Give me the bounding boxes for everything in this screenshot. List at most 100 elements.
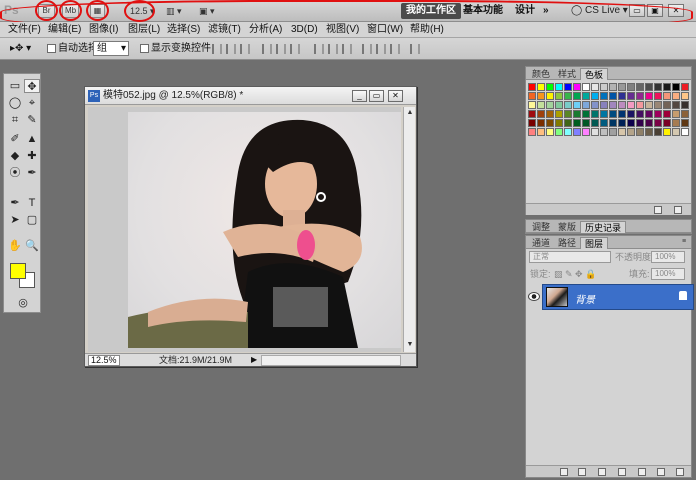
swatch[interactable] [600, 119, 608, 127]
tab-layers[interactable]: 图层 [580, 237, 609, 249]
swatch[interactable] [564, 83, 572, 91]
fx-icon[interactable] [578, 468, 586, 476]
brush-tool-icon[interactable]: ▲ [24, 132, 40, 146]
swatch[interactable] [663, 110, 671, 118]
menu-select[interactable]: 选择(S) [167, 23, 200, 37]
swatch[interactable] [546, 101, 554, 109]
swatch[interactable] [627, 92, 635, 100]
swatch[interactable] [618, 110, 626, 118]
auto-align-icon[interactable] [410, 44, 420, 54]
document-close-button[interactable]: ✕ [388, 90, 403, 102]
menu-file[interactable]: 文件(F) [8, 23, 41, 37]
swatch[interactable] [537, 92, 545, 100]
distribute-top-icon[interactable] [314, 44, 324, 54]
swatch[interactable] [582, 119, 590, 127]
swatch[interactable] [573, 101, 581, 109]
swatch[interactable] [609, 110, 617, 118]
swatch[interactable] [627, 128, 635, 136]
swatch[interactable] [600, 83, 608, 91]
auto-select-checkbox[interactable] [47, 44, 56, 53]
tab-color[interactable]: 颜色 [528, 68, 554, 80]
swatch[interactable] [672, 92, 680, 100]
swatch[interactable] [573, 128, 581, 136]
swatch[interactable] [681, 110, 689, 118]
shape-tool-icon[interactable]: ▢ [24, 213, 40, 227]
lock-icons[interactable]: ▨ ✎ ✥ 🔒 [554, 268, 596, 280]
opacity-field[interactable]: 100% [651, 251, 685, 263]
move-tool-preset-picker[interactable]: ▸✥ ▾ [10, 42, 31, 56]
swatch[interactable] [582, 128, 590, 136]
swatch[interactable] [672, 119, 680, 127]
trash-icon[interactable] [676, 468, 684, 476]
align-top-icon[interactable] [212, 44, 222, 54]
swatch[interactable] [582, 101, 590, 109]
auto-select-target-dropdown[interactable]: 组 ▾ [93, 41, 129, 56]
swatch[interactable] [537, 83, 545, 91]
tab-swatches[interactable]: 色板 [580, 68, 609, 80]
document-size-status[interactable]: 文档:21.9M/21.9M [159, 355, 232, 366]
swatch[interactable] [564, 92, 572, 100]
swatch[interactable] [573, 92, 581, 100]
swatch[interactable] [573, 110, 581, 118]
new-swatch-icon[interactable] [654, 206, 662, 214]
panel-menu-icon[interactable]: ≡ [679, 237, 689, 247]
paint-bucket-tool-icon[interactable]: ✒ [24, 166, 40, 180]
clone-stamp-tool-icon[interactable]: ◆ [7, 149, 23, 163]
swatch[interactable] [654, 119, 662, 127]
path-selection-tool-icon[interactable]: ➤ [7, 213, 23, 227]
swatch[interactable] [636, 101, 644, 109]
marquee-tool-icon[interactable]: ▭ [7, 79, 23, 93]
swatch[interactable] [627, 110, 635, 118]
swatch[interactable] [609, 101, 617, 109]
link-layers-icon[interactable] [560, 468, 568, 476]
layer-row-background[interactable]: 背景 [542, 284, 694, 310]
swatch[interactable] [681, 101, 689, 109]
hand-tool-icon[interactable]: ✋ [7, 239, 23, 253]
swatch[interactable] [627, 83, 635, 91]
swatch[interactable] [681, 92, 689, 100]
swatch[interactable] [663, 92, 671, 100]
swatch[interactable] [645, 110, 653, 118]
swatch[interactable] [573, 83, 581, 91]
new-layer-icon[interactable] [657, 468, 665, 476]
swatch[interactable] [555, 128, 563, 136]
swatch[interactable] [672, 101, 680, 109]
add-mask-icon[interactable] [598, 468, 606, 476]
swatch[interactable] [591, 92, 599, 100]
swatch[interactable] [618, 92, 626, 100]
swatch[interactable] [528, 92, 536, 100]
swatch[interactable] [654, 83, 662, 91]
swatch[interactable] [681, 128, 689, 136]
swatch[interactable] [663, 128, 671, 136]
document-zoom-field[interactable]: 12.5% [88, 355, 120, 366]
scroll-up-icon[interactable]: ▲ [405, 108, 415, 118]
swatch[interactable] [636, 128, 644, 136]
swatch[interactable] [537, 128, 545, 136]
menu-view[interactable]: 视图(V) [326, 23, 359, 37]
swatch[interactable] [654, 92, 662, 100]
menu-analysis[interactable]: 分析(A) [249, 23, 282, 37]
swatch[interactable] [609, 92, 617, 100]
swatch[interactable] [636, 110, 644, 118]
distribute-vcenter-icon[interactable] [328, 44, 338, 54]
swatch[interactable] [564, 110, 572, 118]
zoom-tool-icon[interactable]: 🔍 [24, 239, 40, 253]
document-minimize-button[interactable]: _ [352, 90, 367, 102]
delete-swatch-icon[interactable] [674, 206, 682, 214]
menu-layer[interactable]: 图层(L) [128, 23, 160, 37]
swatch[interactable] [546, 110, 554, 118]
swatch[interactable] [636, 83, 644, 91]
swatch[interactable] [564, 128, 572, 136]
swatch[interactable] [672, 128, 680, 136]
swatch[interactable] [546, 83, 554, 91]
distribute-left-icon[interactable] [362, 44, 372, 54]
swatch[interactable] [591, 128, 599, 136]
swatch[interactable] [645, 119, 653, 127]
swatch[interactable] [537, 110, 545, 118]
swatch[interactable] [618, 128, 626, 136]
scroll-down-icon[interactable]: ▼ [405, 340, 415, 350]
tab-history[interactable]: 历史记录 [580, 221, 627, 233]
adjustment-layer-icon[interactable] [618, 468, 626, 476]
swatch[interactable] [636, 119, 644, 127]
swatch[interactable] [582, 92, 590, 100]
